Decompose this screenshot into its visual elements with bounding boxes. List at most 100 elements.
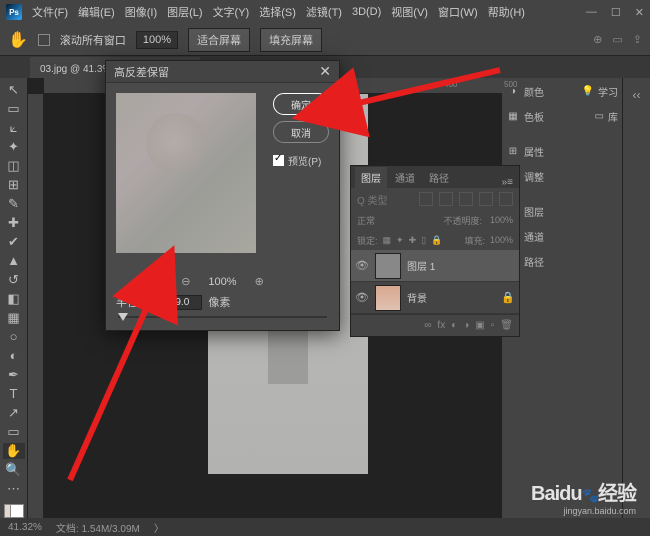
lock-position-icon[interactable]: ✦: [396, 235, 404, 246]
filter-smart-icon[interactable]: [499, 192, 513, 206]
lock-icon[interactable]: 🔒: [431, 235, 442, 246]
lock-artboard-icon[interactable]: ▯: [421, 235, 426, 246]
tab-channels[interactable]: 通道: [389, 167, 421, 188]
tab-layers[interactable]: 图层: [355, 167, 387, 188]
radius-input[interactable]: [162, 295, 202, 310]
radius-slider[interactable]: [106, 316, 339, 330]
minimize-icon[interactable]: —: [586, 6, 597, 19]
frame-tool[interactable]: ⊞: [3, 177, 25, 193]
pen-tool[interactable]: ✒: [3, 367, 25, 383]
menu-view[interactable]: 视图(V): [387, 2, 432, 22]
window-controls: — ☐ ✕: [586, 6, 644, 19]
delete-layer-icon[interactable]: 🗑: [500, 320, 513, 331]
wand-tool[interactable]: ✦: [3, 139, 25, 155]
status-doc: 文档: 1.54M/3.09M: [56, 520, 140, 535]
dodge-tool[interactable]: ◐: [3, 348, 25, 364]
eyedropper-tool[interactable]: ✎: [3, 196, 25, 212]
zoom-tool[interactable]: 🔍: [3, 462, 25, 478]
shape-tool[interactable]: ▭: [3, 424, 25, 440]
scroll-all-checkbox[interactable]: [38, 34, 50, 46]
lock-pixels-icon[interactable]: ▦: [383, 235, 392, 246]
dialog-close-icon[interactable]: ✕: [319, 63, 331, 80]
menu-select[interactable]: 选择(S): [255, 2, 300, 22]
cancel-button[interactable]: 取消: [273, 121, 329, 143]
workspace-icon[interactable]: ▭: [612, 33, 622, 46]
fill-value[interactable]: 100%: [490, 235, 513, 245]
stamp-tool[interactable]: ▲: [3, 253, 25, 269]
opacity-value[interactable]: 100%: [490, 215, 513, 225]
filter-pixel-icon[interactable]: [419, 192, 433, 206]
link-layers-icon[interactable]: ∞: [424, 320, 431, 331]
blur-tool[interactable]: ○: [3, 329, 25, 345]
layer-fx-icon[interactable]: fx: [437, 320, 445, 331]
maximize-icon[interactable]: ☐: [611, 6, 621, 19]
layer-mask-icon[interactable]: ◐: [451, 320, 457, 331]
move-tool[interactable]: ↖: [3, 82, 25, 98]
filter-type-icon[interactable]: [459, 192, 473, 206]
collapse-icon[interactable]: ‹‹: [628, 86, 646, 104]
menu-type[interactable]: 文字(Y): [209, 2, 254, 22]
marquee-tool[interactable]: ▭: [3, 101, 25, 117]
dialog-preview[interactable]: [116, 93, 256, 253]
radius-label: 半径(R):: [116, 294, 156, 310]
gradient-tool[interactable]: ▦: [3, 310, 25, 326]
menu-layer[interactable]: 图层(L): [163, 2, 206, 22]
menu-help[interactable]: 帮助(H): [484, 2, 529, 22]
lock-indicator-icon: 🔒: [501, 291, 515, 304]
history-brush-tool[interactable]: ↺: [3, 272, 25, 288]
tab-paths[interactable]: 路径: [423, 167, 455, 188]
zoom-out-icon[interactable]: ⊖: [181, 275, 190, 288]
preview-checkbox[interactable]: [273, 155, 284, 166]
ok-button[interactable]: 确定: [273, 93, 329, 115]
menubar: Ps 文件(F) 编辑(E) 图像(I) 图层(L) 文字(Y) 选择(S) 滤…: [0, 0, 650, 24]
preview-zoom: 100%: [208, 276, 236, 288]
path-tool[interactable]: ↗: [3, 405, 25, 421]
visibility-icon[interactable]: 👁: [355, 291, 369, 304]
menu-filter[interactable]: 滤镜(T): [302, 2, 346, 22]
zoom-in-icon[interactable]: ⊕: [255, 275, 264, 288]
status-zoom[interactable]: 41.32%: [8, 522, 42, 533]
close-icon[interactable]: ✕: [635, 6, 644, 19]
filter-adjust-icon[interactable]: [439, 192, 453, 206]
lock-all-icon[interactable]: ✚: [409, 235, 417, 246]
filter-shape-icon[interactable]: [479, 192, 493, 206]
visibility-icon[interactable]: 👁: [355, 259, 369, 272]
properties-panel-icon[interactable]: ⊞: [506, 145, 520, 159]
menu-file[interactable]: 文件(F): [28, 2, 72, 22]
search-icon[interactable]: ⊕: [593, 33, 602, 46]
menu-image[interactable]: 图像(I): [121, 2, 161, 22]
layer-thumb[interactable]: [375, 285, 401, 311]
app-logo: Ps: [6, 4, 22, 20]
menu-edit[interactable]: 编辑(E): [74, 2, 119, 22]
brush-tool[interactable]: ✔: [3, 234, 25, 250]
group-icon[interactable]: ▣: [475, 320, 484, 331]
blend-mode[interactable]: 正常: [357, 214, 375, 227]
edit-toolbar[interactable]: ⋯: [3, 481, 25, 497]
crop-tool[interactable]: ◫: [3, 158, 25, 174]
eraser-tool[interactable]: ◧: [3, 291, 25, 307]
type-tool[interactable]: T: [3, 386, 25, 402]
swatches-panel-icon[interactable]: ▦: [506, 110, 520, 124]
dialog-title: 高反差保留: [114, 64, 169, 80]
new-layer-icon[interactable]: ▫: [491, 320, 495, 331]
menu-3d[interactable]: 3D(D): [348, 4, 385, 20]
radius-unit: 像素: [208, 294, 230, 310]
share-icon[interactable]: ⇪: [633, 33, 642, 46]
zoom-level-field[interactable]: 100%: [136, 31, 178, 49]
toolbox: ↖ ▭ ⟀ ✦ ◫ ⊞ ✎ ✚ ✔ ▲ ↺ ◧ ▦ ○ ◐ ✒ T ↗ ▭ ✋ …: [0, 78, 28, 518]
lasso-tool[interactable]: ⟀: [3, 120, 25, 136]
menu-window[interactable]: 窗口(W): [434, 2, 482, 22]
healing-tool[interactable]: ✚: [3, 215, 25, 231]
layer-row[interactable]: 👁 图层 1: [351, 250, 519, 282]
adjustment-layer-icon[interactable]: ◑: [463, 320, 469, 331]
layer-row[interactable]: 👁 背景 🔒: [351, 282, 519, 314]
hand-tool-icon: ✋: [8, 30, 28, 50]
hand-tool[interactable]: ✋: [3, 443, 25, 459]
fit-screen-button[interactable]: 适合屏幕: [188, 28, 250, 52]
dialog-titlebar[interactable]: 高反差保留 ✕: [106, 61, 339, 83]
status-chevron-icon[interactable]: 〉: [154, 520, 164, 535]
color-swatches[interactable]: [4, 504, 24, 518]
panel-menu-icon[interactable]: »≡: [496, 177, 519, 188]
fill-screen-button[interactable]: 填充屏幕: [260, 28, 322, 52]
layer-thumb[interactable]: [375, 253, 401, 279]
